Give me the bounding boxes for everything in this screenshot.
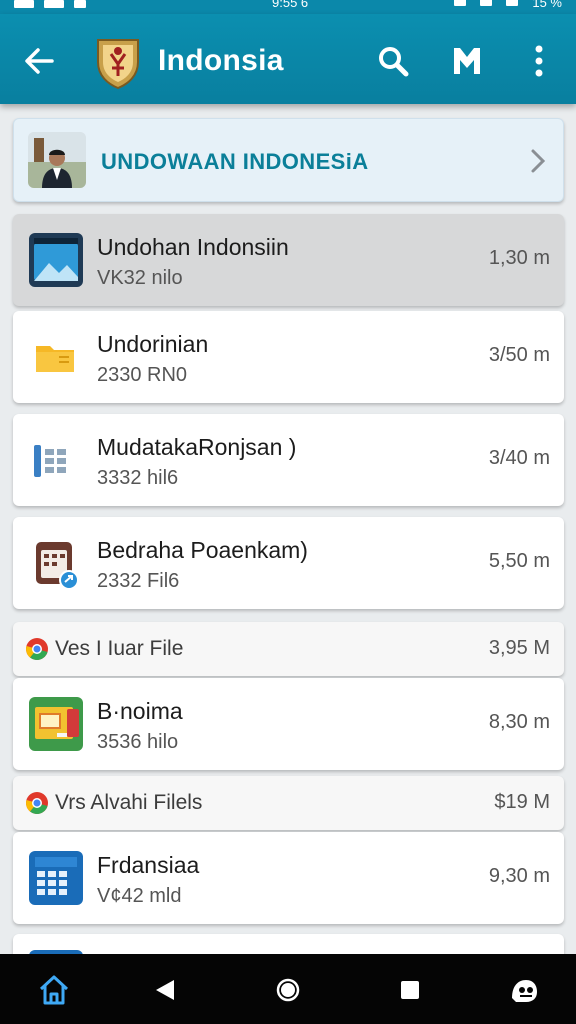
- folder-icon: [27, 328, 85, 386]
- app-title: Indonsia: [158, 44, 284, 77]
- recents-square-icon[interactable]: [392, 972, 428, 1008]
- wifi-icon: [506, 0, 519, 6]
- list-item[interactable]: MudatakaRonjsan ) 3332 hil6 3/40 m: [13, 414, 564, 506]
- grid-app-icon: [27, 431, 85, 489]
- sync-icon: [74, 0, 86, 8]
- battery-level: 15 %: [532, 0, 562, 10]
- system-nav-bar: [0, 954, 576, 1024]
- status-bar: 9:55 6 15 %: [0, 0, 576, 14]
- more-vert-icon[interactable]: [526, 42, 552, 80]
- file-name: Bedraha Poaenkam): [97, 537, 308, 563]
- status-left-icons: [14, 0, 86, 8]
- image-file-icon: [27, 231, 85, 289]
- home-icon[interactable]: [36, 972, 72, 1008]
- chevron-right-icon: [527, 147, 549, 175]
- profile-photo: [28, 132, 86, 188]
- file-size: 3536 hilo: [97, 731, 179, 753]
- signal-icon: [14, 0, 34, 8]
- alarm-icon: [454, 0, 467, 6]
- calendar-share-icon: [27, 534, 85, 592]
- header-card[interactable]: UNDOWAAN INDONESiA: [13, 118, 564, 202]
- calculator-app-icon: [27, 849, 85, 907]
- file-time: 5,50 m: [488, 550, 550, 572]
- section-header[interactable]: Vrs Alvahi Filels $19 M: [13, 776, 564, 830]
- coat-of-arms-icon: [94, 36, 142, 90]
- file-size: VK32 nilo: [97, 267, 183, 289]
- cell-signal-icon: [480, 0, 493, 6]
- notification-icon: [44, 0, 64, 8]
- file-name: Undorinian: [97, 331, 209, 357]
- file-size: 2330 RN0: [97, 364, 188, 386]
- slides-app-icon: [27, 695, 85, 753]
- list-item[interactable]: Bedraha Poaenkam) 2332 Fil6 5,50 m: [13, 517, 564, 609]
- back-arrow-icon[interactable]: [22, 44, 56, 78]
- app-bar: Indonsia: [0, 14, 576, 104]
- file-time: 9,30 m: [488, 865, 550, 887]
- file-name: Frdansiaa: [97, 852, 200, 878]
- list-item[interactable]: Undohan Indonsiin VK32 nilo 1,30 m: [13, 214, 564, 306]
- status-right-icons: 15 %: [454, 0, 562, 10]
- list-item[interactable]: Undorinian 2330 RN0 3/50 m: [13, 311, 564, 403]
- file-size: V¢42 mld: [97, 885, 182, 907]
- assistant-icon[interactable]: [506, 972, 542, 1008]
- search-icon[interactable]: [376, 44, 410, 78]
- home-circle-icon[interactable]: [270, 972, 306, 1008]
- header-title: UNDOWAAN INDONESiA: [101, 149, 369, 174]
- file-time: 3/50 m: [488, 344, 550, 366]
- status-time: 9:55 6: [272, 0, 309, 10]
- file-name: MudatakaRonjsan ): [97, 434, 297, 460]
- section-size: $19 M: [494, 791, 550, 813]
- file-time: 1,30 m: [488, 247, 550, 269]
- file-size: 2332 Fil6: [97, 570, 180, 592]
- list-item[interactable]: Frdansiaa V¢42 mld 9,30 m: [13, 832, 564, 924]
- section-title: Ves I Iuar File: [55, 637, 184, 660]
- file-time: 3/40 m: [488, 447, 550, 469]
- file-time: 8,30 m: [488, 711, 550, 733]
- section-size: 3,95 M: [488, 637, 550, 659]
- list-item[interactable]: B·noima 3536 hilo 8,30 m: [13, 678, 564, 770]
- file-name: B·noima: [97, 698, 183, 724]
- section-header[interactable]: Ves I Iuar File 3,95 M: [13, 622, 564, 676]
- section-title: Vrs Alvahi Filels: [55, 791, 203, 814]
- chrome-icon: [25, 637, 49, 661]
- chrome-icon: [25, 791, 49, 815]
- file-name: Undohan Indonsiin: [97, 234, 289, 260]
- file-size: 3332 hil6: [97, 467, 179, 489]
- back-triangle-icon[interactable]: [148, 972, 184, 1008]
- m-logo-icon[interactable]: [450, 44, 484, 78]
